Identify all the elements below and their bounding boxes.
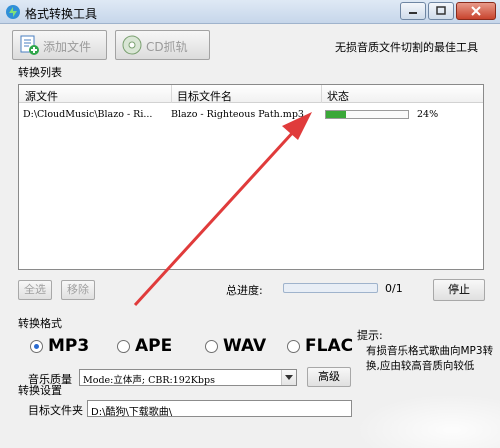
cd-grab-label: CD抓轨 [146,40,188,54]
format-option-label: WAV [223,336,267,356]
window-title: 格式转换工具 [25,7,98,21]
format-option-label: MP3 [48,336,90,356]
target-folder-value: D:\酷狗\下载歌曲\ [91,407,173,418]
close-icon [471,6,481,16]
add-file-button[interactable]: 添加文件 [12,30,107,60]
maximize-button[interactable] [428,2,454,20]
row-progress-bar [325,110,409,119]
minimize-button[interactable] [400,2,426,20]
advanced-button[interactable]: 高级 [307,367,351,387]
radio-dot [30,340,43,353]
row-target: Blazo - Righteous Path.mp3 [171,109,304,120]
radio-dot [117,340,130,353]
close-button[interactable] [456,2,496,20]
app-icon [6,5,20,19]
quality-select[interactable]: Mode:立体声; CBR:192Kbps [79,369,297,386]
format-option-label: APE [135,336,173,356]
format-section-label: 转换格式 [18,317,62,330]
radio-dot [287,340,300,353]
list-row[interactable]: D:\CloudMusic\Blazo - Ri... Blazo - Righ… [19,107,483,123]
hint-title: 提示: [357,329,383,342]
cd-icon [122,35,142,55]
add-file-label: 添加文件 [43,40,92,54]
overall-progress-label: 总进度: [226,284,263,297]
conversion-list-label: 转换列表 [18,66,62,79]
target-folder-label: 目标文件夹 [28,404,83,417]
remove-button[interactable]: 移除 [61,280,95,300]
list-header: 源文件 目标文件名 状态 [19,85,483,103]
add-file-icon [20,35,39,55]
column-target[interactable]: 目标文件名 [177,88,232,104]
hint-box: 提示: 有损音乐格式歌曲向MP3转换,应由较高音质向较低 [350,323,500,393]
watermark-decoration [340,388,500,448]
select-all-button[interactable]: 全选 [18,280,52,300]
stop-button[interactable]: 停止 [433,279,485,301]
hint-body: 有损音乐格式歌曲向MP3转换,应由较高音质向较低 [366,345,494,372]
settings-section-label: 转换设置 [18,384,62,397]
overall-progress-bar [283,283,378,293]
row-progress-text: 24% [417,109,439,120]
quality-value: Mode:立体声; CBR:192Kbps [83,375,215,386]
tagline: 无损音质文件切割的最佳工具 [335,41,478,54]
minimize-icon [409,12,417,14]
dropdown-arrow[interactable] [281,370,296,385]
conversion-list[interactable]: 源文件 目标文件名 状态 D:\CloudMusic\Blazo - Ri...… [18,84,484,270]
maximize-icon [436,6,446,15]
overall-progress-text: 0/1 [385,282,403,295]
cd-grab-button[interactable]: CD抓轨 [115,30,210,60]
title-bar: 格式转换工具 [0,0,500,24]
target-folder-input[interactable]: D:\酷狗\下载歌曲\ [87,400,352,418]
row-source: D:\CloudMusic\Blazo - Ri... [23,109,153,120]
chevron-down-icon [285,375,293,380]
column-status[interactable]: 状态 [327,88,349,104]
column-source[interactable]: 源文件 [25,88,58,104]
format-option-label: FLAC [305,336,354,356]
radio-dot [205,340,218,353]
